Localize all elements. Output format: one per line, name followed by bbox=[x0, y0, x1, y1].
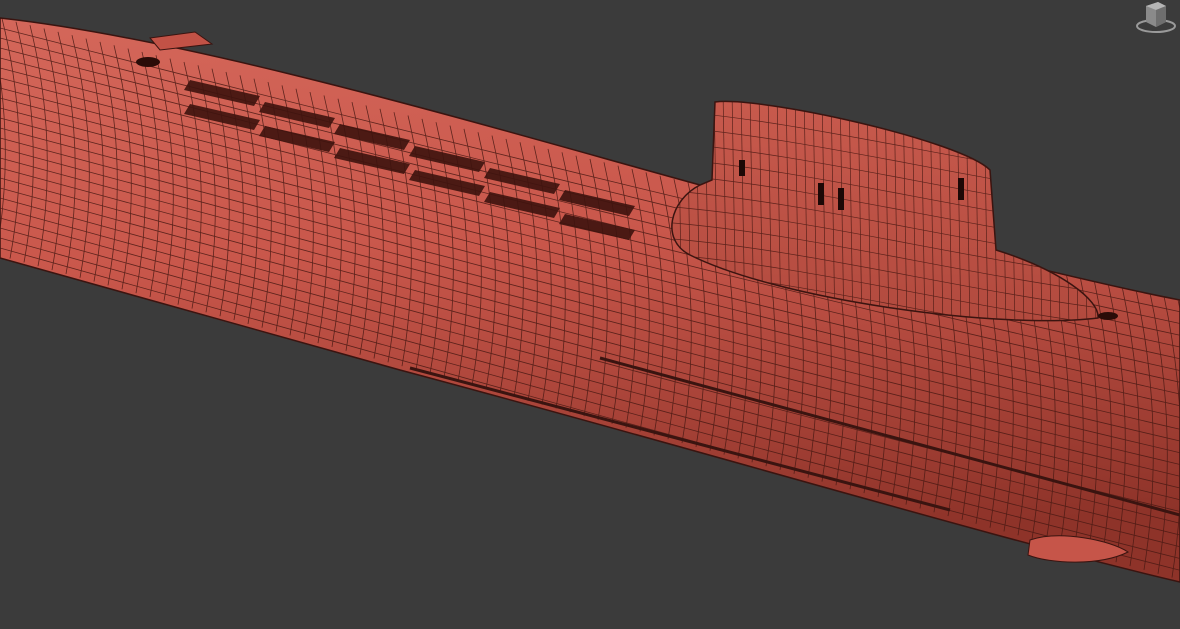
stern-fin bbox=[149, 31, 214, 51]
sail-window bbox=[739, 160, 745, 176]
submarine-model[interactable] bbox=[0, 0, 1180, 629]
hull-opening bbox=[1098, 312, 1118, 320]
hull-opening bbox=[136, 57, 160, 67]
sail-window bbox=[838, 188, 844, 210]
sail-window bbox=[958, 178, 964, 200]
3d-viewport[interactable] bbox=[0, 0, 1180, 629]
viewcube-icon[interactable] bbox=[1132, 0, 1176, 36]
sail-window bbox=[818, 183, 824, 205]
